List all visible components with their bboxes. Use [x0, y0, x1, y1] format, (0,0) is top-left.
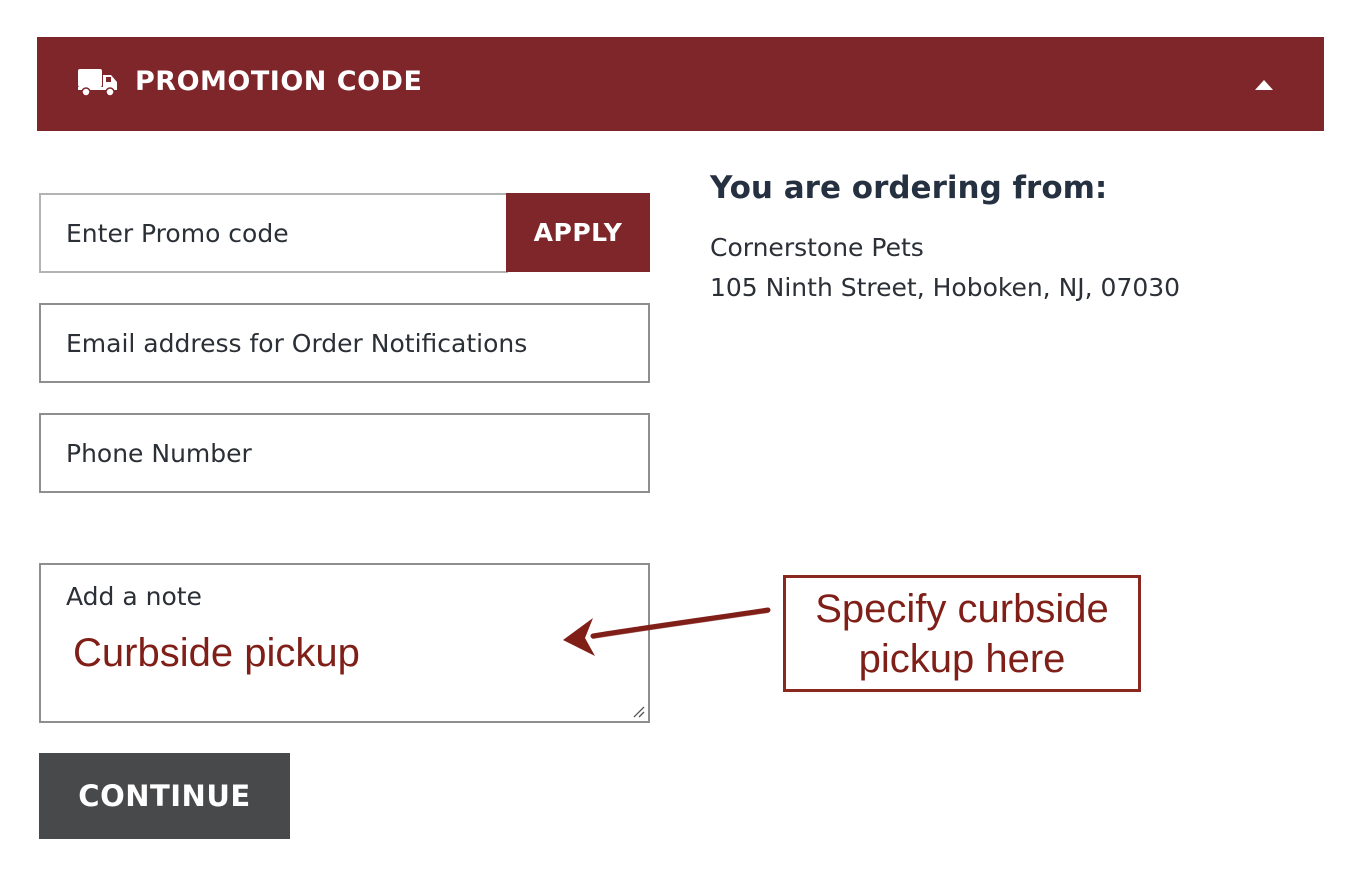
- checkout-promo-panel: PROMOTION CODE APPLY Add a note Curbside…: [0, 0, 1355, 884]
- promo-code-input[interactable]: [41, 195, 508, 271]
- continue-button[interactable]: CONTINUE: [39, 753, 290, 839]
- promo-code-field: [39, 193, 508, 273]
- truck-icon: [78, 69, 117, 97]
- annotation-arrow-icon: [563, 607, 771, 656]
- phone-input[interactable]: [41, 415, 648, 491]
- apply-button[interactable]: APPLY: [506, 193, 650, 272]
- promotion-code-header[interactable]: PROMOTION CODE: [37, 37, 1324, 131]
- ordering-from-heading: You are ordering from:: [710, 170, 1108, 206]
- email-field: [39, 303, 650, 383]
- resize-handle-icon[interactable]: [631, 704, 645, 718]
- annotation-callout: Specify curbside pickup here: [783, 575, 1141, 692]
- note-value[interactable]: Curbside pickup: [73, 631, 360, 676]
- store-name: Cornerstone Pets: [710, 233, 924, 262]
- caret-up-icon[interactable]: [1255, 80, 1273, 90]
- email-input[interactable]: [41, 305, 648, 381]
- annotation-callout-text: Specify curbside pickup here: [815, 586, 1109, 681]
- store-address: 105 Ninth Street, Hoboken, NJ, 07030: [710, 273, 1181, 302]
- note-label: Add a note: [66, 582, 202, 611]
- promotion-code-title: PROMOTION CODE: [135, 66, 423, 97]
- phone-field: [39, 413, 650, 493]
